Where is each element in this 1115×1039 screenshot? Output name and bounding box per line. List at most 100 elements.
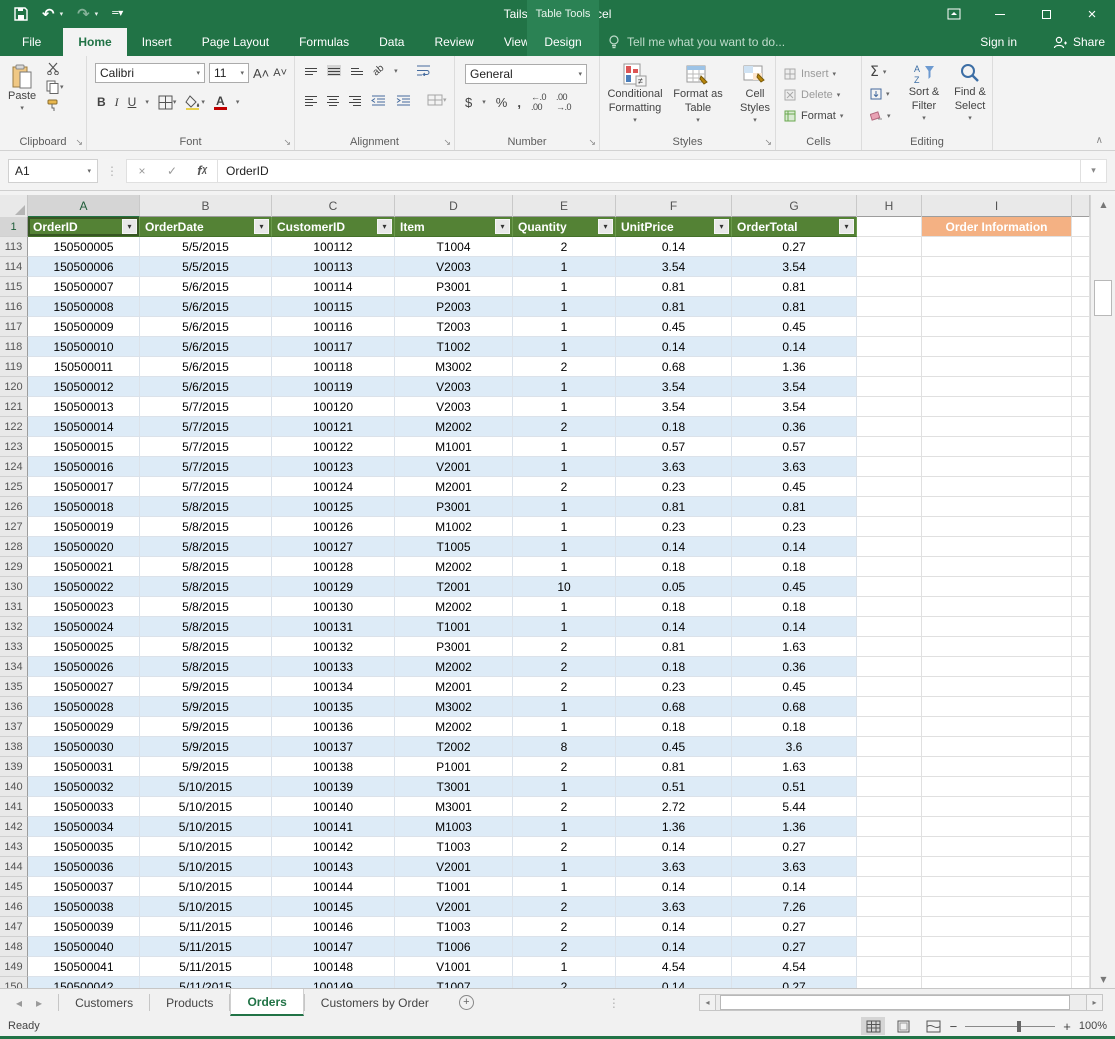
cell[interactable] xyxy=(1072,417,1090,437)
cell[interactable] xyxy=(1072,217,1090,237)
cell[interactable]: 100116 xyxy=(272,317,395,337)
undo-icon[interactable]: ↶ xyxy=(42,6,55,22)
cell[interactable] xyxy=(1072,377,1090,397)
cell[interactable] xyxy=(922,517,1072,537)
number-format-combo[interactable]: General ▾ xyxy=(465,64,587,84)
cell[interactable] xyxy=(857,397,922,417)
cell[interactable]: M2002 xyxy=(395,657,513,677)
cell[interactable]: 150500032 xyxy=(28,777,140,797)
tab-data[interactable]: Data xyxy=(364,28,419,56)
sheet-tab-customers[interactable]: Customers xyxy=(59,989,149,1016)
cell[interactable]: M2002 xyxy=(395,597,513,617)
cell[interactable]: 5/6/2015 xyxy=(140,377,272,397)
row-header-130[interactable]: 130 xyxy=(0,577,28,597)
cell[interactable]: 1 xyxy=(513,857,616,877)
cell[interactable] xyxy=(1072,657,1090,677)
cell[interactable]: 5/6/2015 xyxy=(140,277,272,297)
cell[interactable] xyxy=(1072,617,1090,637)
cell[interactable]: 2 xyxy=(513,797,616,817)
paste-button[interactable]: Paste ▾ xyxy=(8,64,36,113)
cell[interactable]: 5/8/2015 xyxy=(140,637,272,657)
cell[interactable]: 3.63 xyxy=(616,457,732,477)
cell[interactable] xyxy=(857,677,922,697)
cell[interactable]: T1005 xyxy=(395,537,513,557)
clipboard-dialog-launcher[interactable]: ↘ xyxy=(75,138,83,148)
cell[interactable]: 100149 xyxy=(272,977,395,988)
cell[interactable]: 4.54 xyxy=(732,957,857,977)
cell[interactable] xyxy=(857,817,922,837)
vertical-scrollbar-thumb[interactable] xyxy=(1094,280,1112,316)
cell[interactable] xyxy=(922,277,1072,297)
cell[interactable]: 5/7/2015 xyxy=(140,457,272,477)
row-header-124[interactable]: 124 xyxy=(0,457,28,477)
cell[interactable]: 0.14 xyxy=(616,917,732,937)
cell[interactable] xyxy=(922,457,1072,477)
cell[interactable]: T2002 xyxy=(395,737,513,757)
cell[interactable] xyxy=(1072,837,1090,857)
cell[interactable] xyxy=(857,877,922,897)
cell[interactable] xyxy=(1072,697,1090,717)
cell[interactable] xyxy=(922,617,1072,637)
cell[interactable]: 150500034 xyxy=(28,817,140,837)
cell[interactable]: 5.44 xyxy=(732,797,857,817)
wrap-text-icon[interactable] xyxy=(416,65,431,76)
cell[interactable]: 100143 xyxy=(272,857,395,877)
customize-qat-icon[interactable]: ═▾ xyxy=(112,9,123,19)
cell[interactable]: T2001 xyxy=(395,577,513,597)
column-header-i[interactable]: I xyxy=(922,195,1072,217)
number-dialog-launcher[interactable]: ↘ xyxy=(588,138,596,148)
cell[interactable]: T1003 xyxy=(395,837,513,857)
cell[interactable]: 3.54 xyxy=(616,377,732,397)
cell[interactable] xyxy=(857,957,922,977)
cell[interactable]: 1 xyxy=(513,957,616,977)
cell[interactable] xyxy=(922,237,1072,257)
column-header-b[interactable]: B xyxy=(140,195,272,217)
column-header-d[interactable]: D xyxy=(395,195,513,217)
cell[interactable]: 100113 xyxy=(272,257,395,277)
cell[interactable] xyxy=(1072,337,1090,357)
percent-style-icon[interactable]: % xyxy=(496,95,508,110)
page-layout-view-icon[interactable] xyxy=(891,1017,915,1035)
cell[interactable]: 5/7/2015 xyxy=(140,437,272,457)
cell[interactable] xyxy=(1072,537,1090,557)
cell[interactable]: 100134 xyxy=(272,677,395,697)
cell[interactable]: 1.36 xyxy=(732,817,857,837)
cell[interactable]: 8 xyxy=(513,737,616,757)
cell[interactable]: P3001 xyxy=(395,637,513,657)
cell[interactable]: 2.72 xyxy=(616,797,732,817)
cell[interactable] xyxy=(857,257,922,277)
cell[interactable]: 1.63 xyxy=(732,637,857,657)
table-header-cell[interactable]: CustomerID ▾ xyxy=(272,217,395,237)
cell[interactable]: 0.18 xyxy=(732,717,857,737)
cell[interactable]: 150500018 xyxy=(28,497,140,517)
cell[interactable]: 150500038 xyxy=(28,897,140,917)
cell[interactable] xyxy=(857,777,922,797)
sheet-nav-prev-icon[interactable]: ◂ xyxy=(16,996,22,1010)
cell[interactable] xyxy=(922,357,1072,377)
cell[interactable] xyxy=(1072,677,1090,697)
zoom-level[interactable]: 100% xyxy=(1079,1020,1107,1032)
cell[interactable] xyxy=(1072,497,1090,517)
row-header-114[interactable]: 114 xyxy=(0,257,28,277)
cell[interactable]: 100126 xyxy=(272,517,395,537)
comma-style-icon[interactable]: , xyxy=(517,95,521,110)
sheet-tab-orders[interactable]: Orders xyxy=(230,989,304,1016)
scroll-up-icon[interactable]: ▲ xyxy=(1091,195,1115,213)
cell[interactable]: 3.54 xyxy=(732,397,857,417)
row-header-143[interactable]: 143 xyxy=(0,837,28,857)
cell[interactable]: 1 xyxy=(513,537,616,557)
cell[interactable]: T1004 xyxy=(395,237,513,257)
row-header-132[interactable]: 132 xyxy=(0,617,28,637)
fill-icon[interactable]: ▾ xyxy=(870,84,891,103)
cell[interactable]: 1 xyxy=(513,437,616,457)
cell[interactable] xyxy=(857,757,922,777)
sheet-tab-customers-by-order[interactable]: Customers by Order xyxy=(305,989,445,1016)
filter-dropdown-icon[interactable]: ▾ xyxy=(714,219,729,234)
save-icon[interactable] xyxy=(14,7,28,21)
cell[interactable]: 2 xyxy=(513,837,616,857)
row-header-127[interactable]: 127 xyxy=(0,517,28,537)
column-header-g[interactable]: G xyxy=(732,195,857,217)
cell[interactable]: 5/11/2015 xyxy=(140,917,272,937)
cell[interactable]: V2001 xyxy=(395,857,513,877)
cell[interactable]: T1006 xyxy=(395,937,513,957)
